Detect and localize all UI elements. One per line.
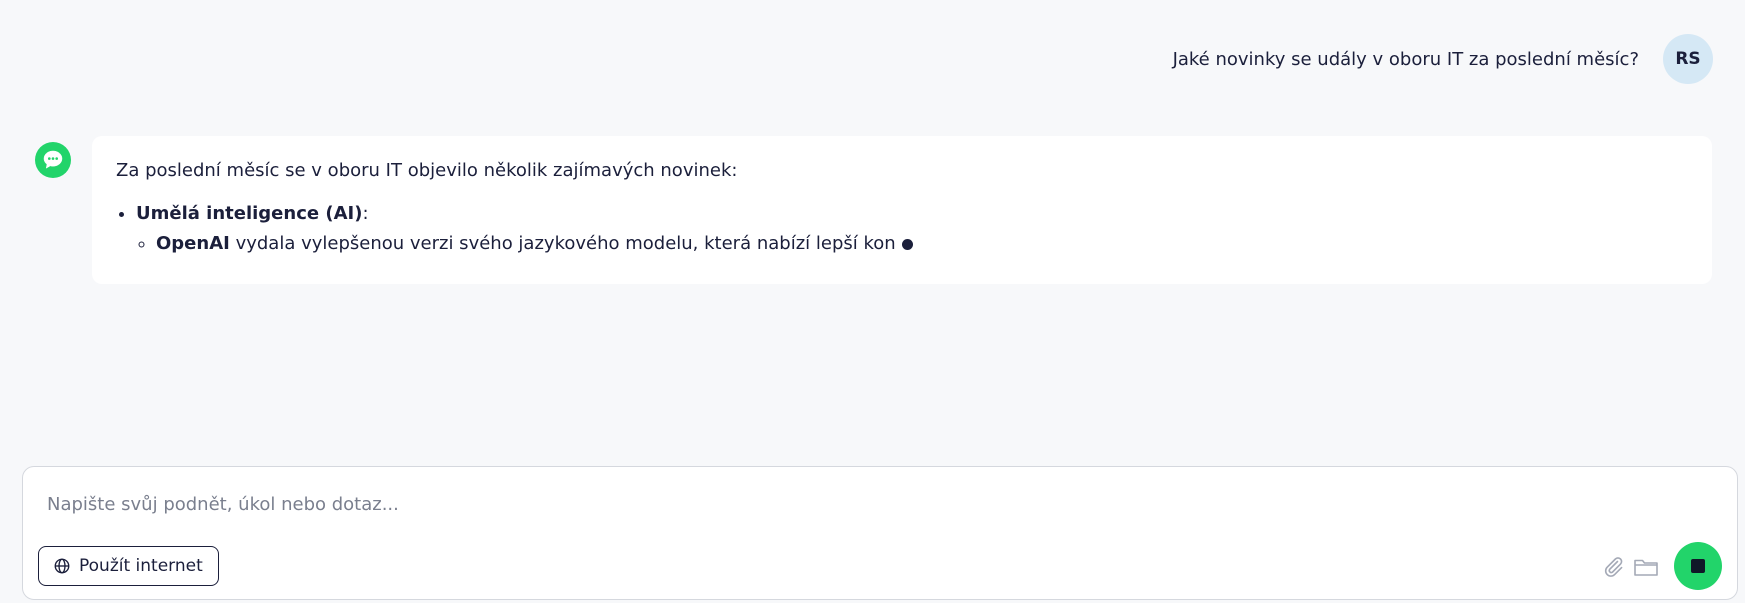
stop-generation-button[interactable] <box>1674 542 1722 590</box>
sub-item-bold: OpenAI <box>156 233 230 254</box>
folder-button[interactable] <box>1631 552 1661 582</box>
sub-item-text: vydala vylepšenou verzi svého jazykového… <box>229 233 896 254</box>
globe-icon <box>54 558 70 574</box>
avatar-initials: RS <box>1675 49 1701 69</box>
list-item-title: Umělá inteligence (AI) <box>136 203 363 224</box>
prompt-input[interactable] <box>45 485 1449 523</box>
avatar: RS <box>1663 34 1713 84</box>
use-internet-label: Použít internet <box>79 556 203 576</box>
assistant-intro-text: Za poslední měsíc se v oboru IT objevilo… <box>116 160 738 181</box>
chat-bubble-icon <box>43 150 63 169</box>
list-item-suffix: : <box>362 203 369 224</box>
typing-indicator <box>901 238 913 250</box>
sub-list: OpenAI vydala vylepšenou verzi svého jaz… <box>136 229 1688 259</box>
stop-icon <box>1691 559 1705 573</box>
paperclip-icon <box>1604 557 1623 577</box>
attach-button[interactable] <box>1598 552 1628 582</box>
message-composer: Použít internet <box>22 466 1738 600</box>
assistant-chat-icon <box>35 142 71 178</box>
sub-list-item: OpenAI vydala vylepšenou verzi svého jaz… <box>156 229 1688 259</box>
user-message-row: Jaké novinky se udály v oboru IT za posl… <box>1173 34 1713 84</box>
response-list: Umělá inteligence (AI): OpenAI vydala vy… <box>116 199 1688 259</box>
folder-icon <box>1634 559 1658 576</box>
assistant-message-card: Za poslední měsíc se v oboru IT objevilo… <box>92 136 1712 284</box>
user-message-text: Jaké novinky se udály v oboru IT za posl… <box>1172 48 1639 70</box>
use-internet-button[interactable]: Použít internet <box>38 546 219 586</box>
list-item: Umělá inteligence (AI): OpenAI vydala vy… <box>136 199 1688 259</box>
